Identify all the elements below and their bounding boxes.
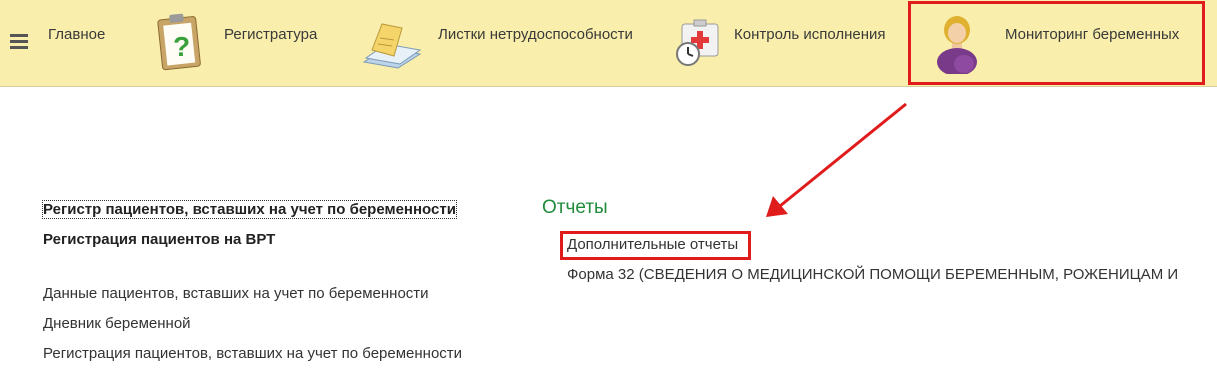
link-pregnancy-registration[interactable]: Регистрация пациентов, вставших на учет … <box>43 345 462 362</box>
section-panel: Главное ? Регистратура Листки нетрудоспо… <box>0 0 1217 87</box>
medical-kit-clock-icon <box>676 19 719 66</box>
highlight-box-section <box>908 1 1205 85</box>
section-execution-control[interactable]: Контроль исполнения <box>670 0 900 86</box>
section-main-label: Главное <box>48 26 106 43</box>
svg-text:?: ? <box>173 31 190 62</box>
link-pregnancy-diary[interactable]: Дневник беременной <box>43 315 191 332</box>
menu-icon[interactable] <box>10 34 28 50</box>
section-execution-control-label: Контроль исполнения <box>734 26 886 43</box>
section-registry[interactable]: ? Регистратура <box>150 0 350 86</box>
section-sick-leave-label: Листки нетрудоспособности <box>438 26 633 43</box>
link-form-32[interactable]: Форма 32 (СВЕДЕНИЯ О МЕДИЦИНСКОЙ ПОМОЩИ … <box>567 266 1178 283</box>
link-art-registration[interactable]: Регистрация пациентов на ВРТ <box>43 231 275 248</box>
document-stack-icon <box>362 23 422 69</box>
section-sick-leave[interactable]: Листки нетрудоспособности <box>358 0 648 86</box>
reports-group-title: Отчеты <box>542 197 608 218</box>
section-main[interactable]: Главное <box>40 0 140 86</box>
clipboard-question-icon: ? <box>157 13 201 71</box>
section-registry-label: Регистратура <box>224 26 318 43</box>
highlight-box-reports <box>560 231 751 260</box>
link-pregnancy-register[interactable]: Регистр пациентов, вставших на учет по б… <box>42 200 457 219</box>
link-pregnancy-data[interactable]: Данные пациентов, вставших на учет по бе… <box>43 285 429 302</box>
